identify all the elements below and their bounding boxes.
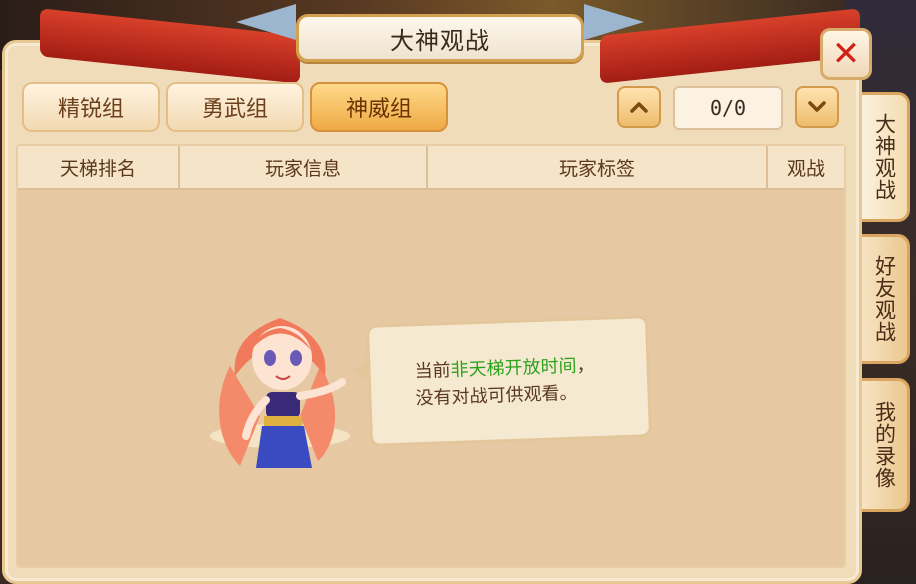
close-button[interactable]: ✕ <box>820 28 872 80</box>
title-wing-right <box>584 4 644 40</box>
tab-brave-group[interactable]: 勇武组 <box>166 82 304 132</box>
column-ladder-rank: 天梯排名 <box>18 146 180 188</box>
side-tab-my-replays[interactable]: 我的录像 <box>862 378 910 512</box>
message-highlight: 非天梯开放时间 <box>450 355 577 382</box>
column-player-info: 玩家信息 <box>180 146 428 188</box>
empty-state-bubble: 当前非天梯开放时间， 没有对战可供观看。 <box>352 315 653 447</box>
message-suffix: ， <box>576 355 595 377</box>
side-tab-friends[interactable]: 好友观战 <box>862 234 910 364</box>
page-down-button[interactable] <box>795 86 839 128</box>
table-header: 天梯排名 玩家信息 玩家标签 观战 <box>18 146 844 190</box>
chevron-down-icon <box>808 101 826 112</box>
bubble-tail <box>352 357 371 383</box>
chevron-up-icon <box>630 102 648 113</box>
side-tab-top-players[interactable]: 大神观战 <box>862 92 910 222</box>
page-indicator: 0/0 <box>673 86 783 130</box>
page-up-button[interactable] <box>617 86 661 128</box>
tab-elite-group[interactable]: 精锐组 <box>22 82 160 132</box>
window-title: 大神观战 <box>296 14 584 62</box>
close-icon: ✕ <box>831 34 861 74</box>
column-player-tags: 玩家标签 <box>428 146 768 188</box>
mascot-girl-illustration <box>210 318 350 468</box>
column-watch: 观战 <box>786 157 825 180</box>
tab-divine-group[interactable]: 神威组 <box>310 82 448 132</box>
empty-state-message: 当前非天梯开放时间， 没有对战可供观看。 <box>414 350 646 412</box>
message-prefix: 当前 <box>414 360 451 383</box>
title-wing-left <box>236 4 296 40</box>
message-line2: 没有对战可供观看。 <box>415 382 578 410</box>
